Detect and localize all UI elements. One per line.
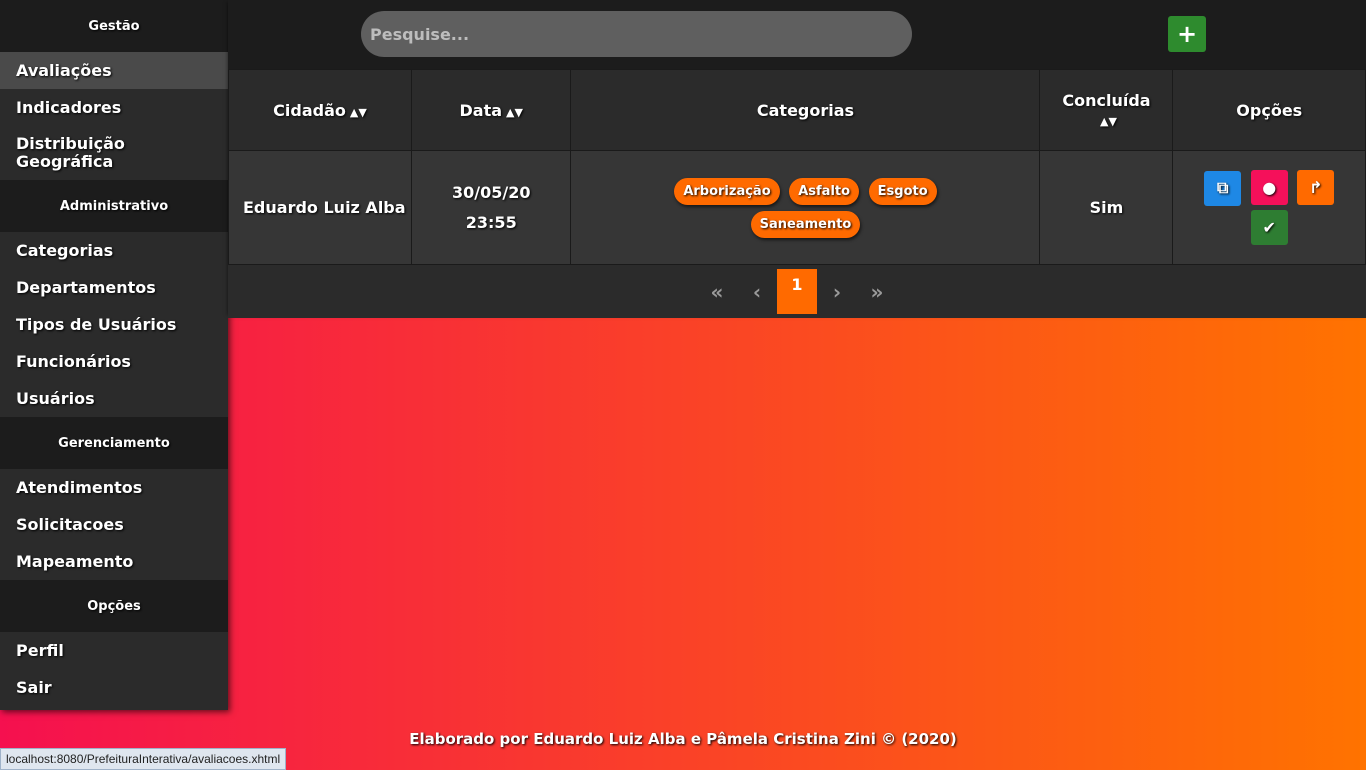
- nav-categorias[interactable]: Categorias: [0, 232, 228, 269]
- first-page-button[interactable]: «: [697, 269, 737, 314]
- open-external-icon[interactable]: ⧉: [1204, 170, 1242, 206]
- last-page-button[interactable]: »: [857, 269, 897, 314]
- header-opcoes: Opções: [1172, 69, 1366, 151]
- nav-atendimentos[interactable]: Atendimentos: [0, 469, 228, 506]
- header-data[interactable]: Data ▲▼: [410, 69, 572, 151]
- next-page-button[interactable]: ›: [817, 269, 857, 314]
- nav-departamentos[interactable]: Departamentos: [0, 269, 228, 306]
- pagination: « ‹ 1 › »: [228, 265, 1366, 318]
- sort-icon: ▲▼: [349, 105, 367, 119]
- footer-credits: Elaborado por Eduardo Luiz Alba e Pâmela…: [409, 730, 957, 748]
- nav-funcionarios[interactable]: Funcionários: [0, 343, 228, 380]
- forward-icon[interactable]: ↱: [1297, 170, 1335, 206]
- sort-icon: ▲▼: [506, 105, 523, 119]
- category-tag: Esgoto: [868, 177, 937, 205]
- nav-sair[interactable]: Sair: [0, 669, 228, 706]
- section-administrativo: Administrativo: [0, 180, 228, 232]
- cell-opcoes: ⧉ ● ↱ ✔: [1172, 150, 1366, 265]
- section-gestao: Gestão: [0, 0, 228, 52]
- table-row: Eduardo Luiz Alba 30/05/20 23:55 Arboriz…: [228, 150, 1366, 265]
- top-bar: Pesquise... +: [228, 0, 1366, 69]
- prev-page-button[interactable]: ‹: [737, 269, 777, 314]
- header-categorias: Categorias: [570, 69, 1041, 151]
- evaluations-table: Cidadão ▲▼ Data ▲▼ Categorias Concluída ▲▼ …: [228, 69, 1366, 265]
- nav-usuarios[interactable]: Usuários: [0, 380, 228, 417]
- nav-indicadores[interactable]: Indicadores: [0, 89, 228, 126]
- cell-concluida: Sim: [1039, 150, 1174, 265]
- category-tag: Arborização: [674, 177, 780, 205]
- nav-solicitacoes[interactable]: Solicitacoes: [0, 506, 228, 543]
- cell-data: 30/05/20 23:55: [410, 150, 572, 265]
- check-icon[interactable]: ✔: [1250, 209, 1288, 245]
- add-button[interactable]: +: [1168, 16, 1206, 52]
- section-opcoes: Opções: [0, 580, 228, 632]
- search-input[interactable]: Pesquise...: [361, 11, 912, 57]
- header-cidadao[interactable]: Cidadão ▲▼: [228, 69, 412, 151]
- current-page[interactable]: 1: [777, 269, 817, 314]
- nav-avaliacoes[interactable]: Avaliações: [0, 52, 228, 89]
- category-tag: Saneamento: [750, 210, 861, 238]
- main-panel: Pesquise... + Cidadão ▲▼ Data ▲▼ Categoria…: [228, 0, 1366, 318]
- cell-cidadao: Eduardo Luiz Alba: [228, 150, 412, 265]
- nav-mapeamento[interactable]: Mapeamento: [0, 543, 228, 580]
- comment-icon[interactable]: ●: [1250, 170, 1288, 206]
- section-gerenciamento: Gerenciamento: [0, 417, 228, 469]
- nav-perfil[interactable]: Perfil: [0, 632, 228, 669]
- header-concluida[interactable]: Concluída ▲▼: [1039, 69, 1174, 151]
- nav-tipos-usuarios[interactable]: Tipos de Usuários: [0, 306, 228, 343]
- category-tag: Asfalto: [789, 177, 860, 205]
- sidebar: Gestão Avaliações Indicadores Distribuiç…: [0, 0, 228, 710]
- status-bar-url: localhost:8080/PrefeituraInterativa/aval…: [0, 748, 287, 770]
- cell-categorias: Arborização Asfalto Esgoto Saneamento: [570, 150, 1041, 265]
- sort-icon: ▲▼: [1100, 115, 1117, 128]
- nav-distribuicao-geografica[interactable]: Distribuição Geográfica: [0, 126, 126, 180]
